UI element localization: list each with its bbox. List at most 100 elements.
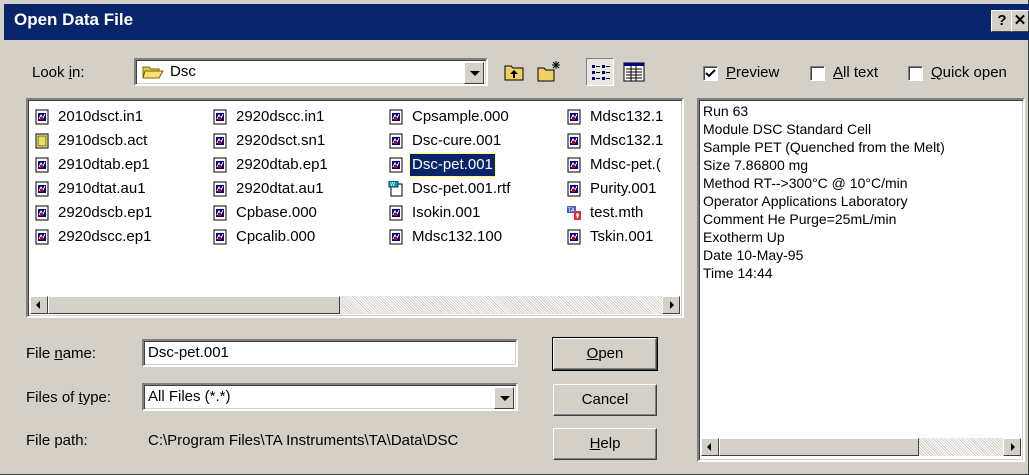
file-name-text: Mdsc132.100 (412, 228, 503, 245)
scroll-thumb[interactable] (48, 296, 340, 314)
list-view-button[interactable] (586, 58, 614, 86)
data-file-icon (212, 205, 234, 221)
file-name-label: File name: (26, 345, 97, 362)
scroll-left-button[interactable] (30, 296, 48, 314)
file-list-item[interactable]: 2920dtab.ep1 (212, 154, 330, 176)
preview-line: Date 10-May-95 (703, 247, 804, 263)
quick-open-label[interactable]: Quick open (931, 64, 1007, 81)
file-name-text: 2920dscb.ep1 (58, 204, 153, 221)
preview-checkbox[interactable] (703, 66, 718, 81)
scroll-thumb[interactable] (719, 438, 919, 456)
file-name-input[interactable]: Dsc-pet.001 (142, 339, 518, 367)
file-list-hscrollbar[interactable] (30, 296, 680, 314)
file-list-item[interactable]: 2920dscc.in1 (212, 106, 326, 128)
file-list-item[interactable]: Cpbase.000 (212, 202, 319, 224)
data-file-icon (566, 109, 588, 125)
open-button[interactable]: Open (552, 337, 658, 371)
data-file-icon (212, 133, 234, 149)
file-list-item[interactable]: 2920dscc.ep1 (34, 226, 153, 248)
files-of-type-combobox[interactable]: All Files (*.*) (142, 383, 518, 411)
file-list-item[interactable]: Cpsample.000 (388, 106, 511, 128)
data-file-icon (566, 181, 588, 197)
new-folder-icon (537, 61, 560, 82)
file-list-item[interactable]: 2910dscb.act (34, 130, 149, 152)
close-button[interactable]: ✕ (1011, 10, 1029, 32)
file-name-text: 2920dtab.ep1 (236, 156, 328, 173)
file-list-item[interactable]: 2920dtat.au1 (212, 178, 326, 200)
preview-line: Comment He Purge=25mL/min (703, 211, 897, 227)
help-title-button[interactable]: ? (991, 10, 1013, 32)
file-name-text: Dsc-cure.001 (412, 132, 502, 149)
all-text-checkbox[interactable] (810, 66, 825, 81)
data-file-icon (212, 109, 234, 125)
file-list-item[interactable]: 2910dtab.ep1 (34, 154, 152, 176)
data-file-icon (388, 109, 410, 125)
file-name-text: Purity.001 (590, 180, 657, 197)
file-list-item[interactable]: W Dsc-pet.001.rtf (388, 178, 512, 200)
help-button[interactable]: Help (553, 428, 657, 460)
data-file-icon (388, 205, 410, 221)
file-list-item[interactable]: Dsc-cure.001 (388, 130, 503, 152)
scroll-right-button[interactable] (1003, 438, 1021, 456)
file-list-item[interactable]: Isokin.001 (388, 202, 482, 224)
data-file-icon (34, 181, 56, 197)
files-of-type-label: Files of type: (26, 389, 112, 406)
file-list-item[interactable]: Mdsc132.1 (566, 106, 665, 128)
cancel-button[interactable]: Cancel (553, 384, 657, 416)
file-name-text: Mdsc-pet.( (590, 156, 661, 173)
data-file-icon (34, 109, 56, 125)
look-in-label: Look in: (32, 64, 85, 81)
quick-open-checkbox[interactable] (908, 66, 923, 81)
up-one-level-button[interactable] (500, 58, 528, 86)
file-list-item[interactable]: Mdsc-pet.( (566, 154, 663, 176)
preview-pane: Run 63 Module DSC Standard Cell Sample PET… (697, 98, 1025, 462)
files-of-type-dropdown-button[interactable] (494, 387, 514, 409)
file-name-text: Mdsc132.1 (590, 132, 664, 149)
file-list-item[interactable]: Dsc-pet.001 (388, 153, 496, 177)
scroll-left-button[interactable] (701, 438, 719, 456)
data-file-icon (388, 229, 410, 245)
dialog-title: Open Data File (14, 10, 134, 29)
folder-open-icon (142, 66, 164, 79)
file-list-item[interactable]: 2920dscb.ep1 (34, 202, 154, 224)
file-list-item[interactable]: Cpcalib.000 (212, 226, 317, 248)
arrow-left-icon (36, 301, 40, 309)
details-view-icon (623, 62, 645, 82)
file-list-item[interactable]: Purity.001 (566, 178, 658, 200)
file-list-item[interactable]: Tskin.001 (566, 226, 655, 248)
look-in-value: Dsc (170, 63, 196, 80)
data-file-icon (388, 157, 410, 173)
file-list-item[interactable]: Mdsc132.1 (566, 130, 665, 152)
preview-line: Time 14:44 (703, 265, 773, 281)
preview-line: Size 7.86800 mg (703, 157, 809, 173)
file-list-item[interactable]: 2010dsct.in1 (34, 106, 145, 128)
wordpad-icon: W (388, 181, 410, 197)
file-name-text: Cpsample.000 (412, 108, 509, 125)
arrow-right-icon (670, 301, 674, 309)
scroll-right-button[interactable] (662, 296, 680, 314)
details-view-button[interactable] (620, 58, 648, 86)
data-file-icon (34, 157, 56, 173)
arrow-left-icon (707, 443, 711, 451)
file-name-text: Mdsc132.1 (590, 108, 664, 125)
open-data-file-dialog: Open Data File ? ✕ Look in: Dsc Preview … (0, 0, 1029, 475)
preview-line: Method RT-->300°C @ 10°C/min (703, 175, 908, 191)
data-file-icon (34, 205, 56, 221)
look-in-dropdown-button[interactable] (464, 62, 484, 84)
file-list-item[interactable]: TA test.mth (566, 202, 645, 224)
file-list-item[interactable]: 2910dtat.au1 (34, 178, 148, 200)
all-text-label[interactable]: All text (833, 64, 878, 81)
file-list-item[interactable]: 2920dsct.sn1 (212, 130, 327, 152)
file-name-text: Cpbase.000 (236, 204, 317, 221)
look-in-combobox[interactable]: Dsc (134, 58, 488, 86)
svg-text:W: W (390, 182, 395, 188)
file-name-text: Cpcalib.000 (236, 228, 316, 245)
preview-hscrollbar[interactable] (701, 438, 1021, 456)
create-new-folder-button[interactable] (534, 58, 562, 86)
preview-label[interactable]: Preview (726, 64, 779, 81)
file-name-text: 2920dscc.ep1 (58, 228, 152, 245)
title-bar[interactable]: Open Data File ? ✕ (4, 4, 1029, 40)
file-list[interactable]: 2010dsct.in1 2910dscb.act 2910dtab.ep1 2910… (26, 98, 684, 318)
data-file-icon (212, 157, 234, 173)
file-list-item[interactable]: Mdsc132.100 (388, 226, 504, 248)
